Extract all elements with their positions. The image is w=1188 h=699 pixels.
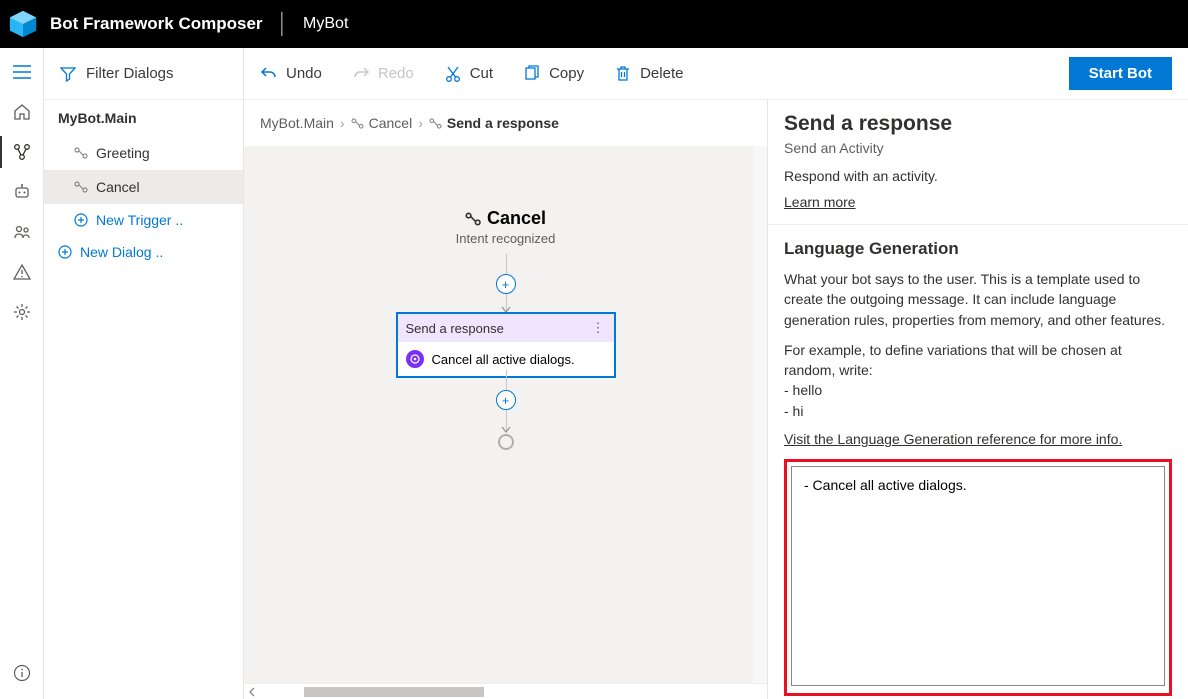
trigger-item-cancel[interactable]: Cancel: [44, 170, 243, 204]
trigger-label: Greeting: [96, 145, 150, 161]
filter-icon: [60, 66, 76, 82]
flow-canvas[interactable]: Cancel Intent recognized + Send a respon…: [244, 146, 767, 683]
trigger-item-greeting[interactable]: Greeting: [44, 136, 243, 170]
home-icon[interactable]: [12, 102, 32, 122]
trigger-icon: [465, 212, 481, 226]
dialog-tree-panel: Filter Dialogs MyBot.Main Greeting Cance…: [44, 48, 244, 699]
cut-button[interactable]: Cut: [444, 65, 493, 83]
lg-editor-input[interactable]: [791, 466, 1165, 686]
undo-icon: [260, 65, 278, 83]
main-area: Undo Redo Cut Copy Delete Start Bot: [244, 48, 1188, 699]
undo-label: Undo: [286, 65, 322, 82]
action-node-send-response[interactable]: Send a response ⋮ Cancel all active dial…: [396, 312, 616, 378]
app-logo-icon: [8, 9, 38, 39]
trigger-icon: [74, 147, 88, 159]
new-dialog-label: New Dialog ..: [80, 244, 163, 260]
copy-label: Copy: [549, 65, 584, 82]
canvas-column: MyBot.Main › Cancel › Send a response: [244, 100, 768, 699]
trigger-icon: [74, 181, 88, 193]
filter-dialogs[interactable]: Filter Dialogs: [44, 48, 243, 100]
command-bar: Undo Redo Cut Copy Delete Start Bot: [244, 48, 1188, 100]
trigger-label: Cancel: [96, 179, 140, 195]
breadcrumb-root[interactable]: MyBot.Main: [260, 115, 334, 131]
plus-circle-icon: [58, 245, 72, 259]
add-action-button[interactable]: +: [496, 274, 516, 294]
redo-button: Redo: [352, 65, 414, 83]
lg-intro-text: What your bot says to the user. This is …: [784, 269, 1172, 330]
activity-icon: [406, 350, 424, 368]
lg-reference-link[interactable]: Visit the Language Generation reference …: [784, 431, 1122, 447]
node-header: Send a response ⋮: [398, 314, 614, 342]
property-subtitle: Send an Activity: [784, 140, 1172, 156]
cut-label: Cut: [470, 65, 493, 82]
root-dialog-node[interactable]: MyBot.Main: [44, 100, 243, 136]
trigger-icon: [351, 118, 364, 129]
delete-label: Delete: [640, 65, 683, 82]
notifications-icon[interactable]: [12, 262, 32, 282]
undo-button[interactable]: Undo: [260, 65, 322, 83]
bot-responses-icon[interactable]: [12, 182, 32, 202]
breadcrumb: MyBot.Main › Cancel › Send a response: [244, 100, 767, 146]
lg-editor-highlight: [784, 459, 1172, 696]
delete-button[interactable]: Delete: [614, 65, 683, 83]
lg-heading: Language Generation: [784, 239, 1172, 259]
copy-icon: [523, 65, 541, 83]
project-name: MyBot: [303, 15, 348, 33]
arrow-down-icon: [501, 426, 511, 434]
trigger-subtitle: Intent recognized: [456, 231, 556, 246]
chevron-right-icon: ›: [418, 115, 423, 131]
breadcrumb-action: Send a response: [429, 115, 559, 131]
info-icon[interactable]: [12, 663, 32, 683]
node-title: Send a response: [406, 321, 504, 336]
redo-label: Redo: [378, 65, 414, 82]
property-description: Respond with an activity.: [784, 168, 1172, 184]
design-flow-icon[interactable]: [12, 142, 32, 162]
title-separator: │: [277, 13, 290, 36]
delete-icon: [614, 65, 632, 83]
cut-icon: [444, 65, 462, 83]
trigger-icon: [429, 118, 442, 129]
plus-circle-icon: [74, 213, 88, 227]
filter-label: Filter Dialogs: [86, 65, 174, 82]
trigger-name: Cancel: [487, 208, 546, 229]
trigger-header[interactable]: Cancel Intent recognized: [456, 208, 556, 246]
scroll-left-icon[interactable]: [246, 686, 258, 698]
new-dialog-link[interactable]: New Dialog ..: [44, 236, 243, 268]
chevron-right-icon: ›: [340, 115, 345, 131]
node-text: Cancel all active dialogs.: [432, 352, 575, 367]
user-input-icon[interactable]: [12, 222, 32, 242]
property-title: Send a response: [784, 112, 1172, 136]
divider: [768, 224, 1188, 225]
start-bot-button[interactable]: Start Bot: [1069, 57, 1172, 90]
new-trigger-link[interactable]: New Trigger ..: [44, 204, 243, 236]
app-title: Bot Framework Composer: [50, 14, 263, 34]
learn-more-link[interactable]: Learn more: [784, 194, 856, 210]
navigation-rail: [0, 48, 44, 699]
breadcrumb-trigger[interactable]: Cancel: [351, 115, 413, 131]
flow-connector: [506, 370, 507, 392]
hamburger-icon[interactable]: [12, 62, 32, 82]
add-action-button[interactable]: +: [496, 390, 516, 410]
redo-icon: [352, 65, 370, 83]
copy-button[interactable]: Copy: [523, 65, 584, 83]
more-icon[interactable]: ⋮: [592, 320, 606, 336]
new-trigger-label: New Trigger ..: [96, 212, 183, 228]
flow-connector: [506, 254, 507, 276]
title-bar: Bot Framework Composer │ MyBot: [0, 0, 1188, 48]
property-panel: Send a response Send an Activity Respond…: [768, 100, 1188, 699]
lg-example-intro: For example, to define variations that w…: [784, 340, 1172, 421]
scrollbar-thumb[interactable]: [304, 687, 484, 697]
flow-end-node: [498, 434, 514, 450]
settings-icon[interactable]: [12, 302, 32, 322]
horizontal-scrollbar[interactable]: [244, 683, 767, 699]
